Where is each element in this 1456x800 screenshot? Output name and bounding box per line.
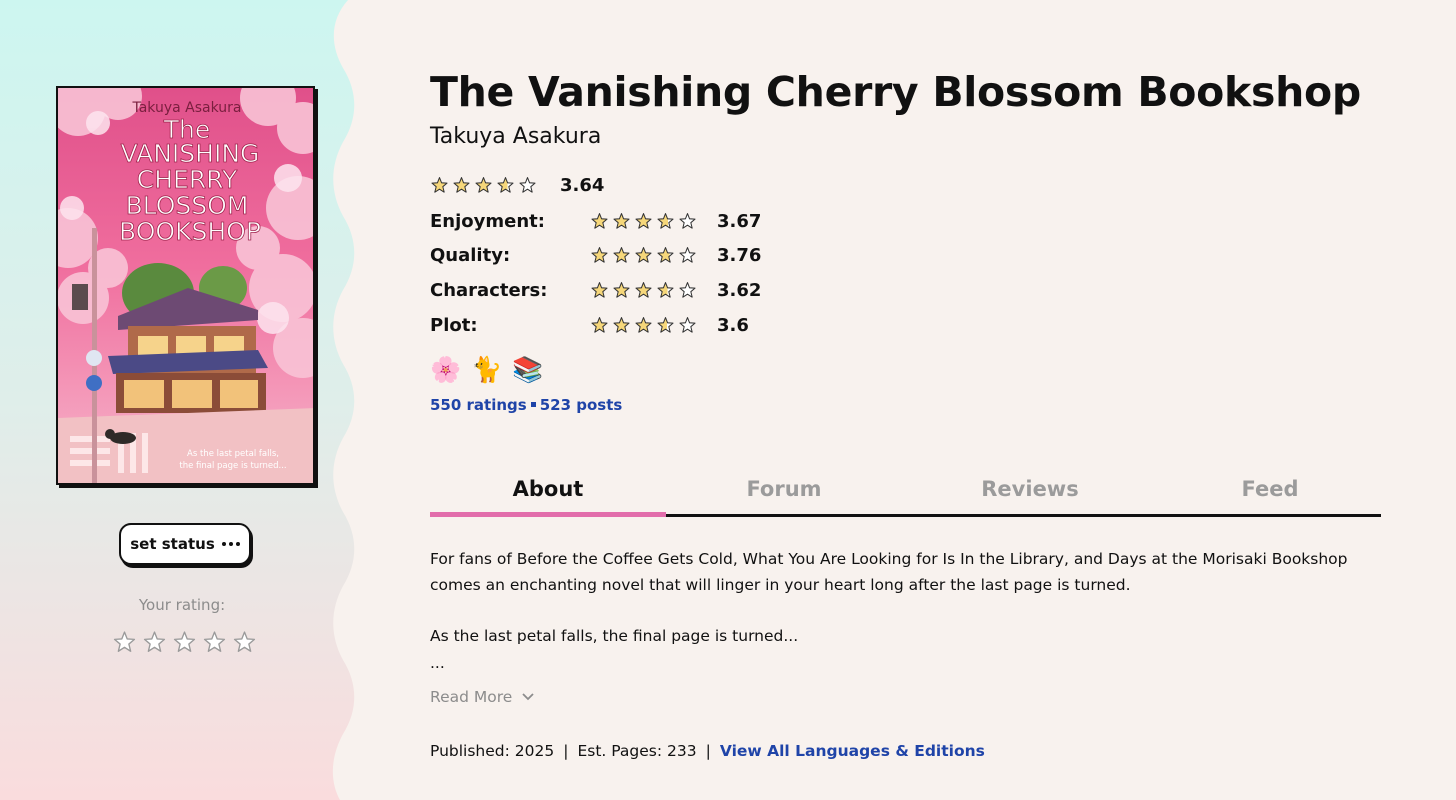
star-icon [497, 177, 514, 193]
svg-text:the final page is turned...: the final page is turned... [179, 461, 286, 471]
star-icon [591, 212, 608, 229]
rating-stars [590, 246, 697, 265]
star-icon [431, 177, 448, 193]
left-panel: Takuya Asakura The VANISHING CHERRY BLOS… [0, 0, 380, 800]
ratings-count[interactable]: 550 ratings [430, 396, 527, 414]
rate-star-5[interactable] [232, 630, 257, 655]
rate-star-icon[interactable] [202, 630, 227, 655]
overall-rating-value: 3.64 [560, 175, 605, 196]
star-icon [635, 212, 652, 229]
star-icon [657, 246, 674, 263]
star-icon [613, 281, 630, 298]
star-icon [591, 316, 608, 333]
book-author[interactable]: Takuya Asakura [430, 124, 601, 149]
cherry-blossom-icon: 🌸 [430, 356, 462, 384]
star-icon [635, 281, 652, 298]
more-dots-icon [221, 542, 240, 546]
rating-value: 3.62 [717, 279, 762, 301]
cover-author: Takuya Asakura [131, 100, 241, 116]
star-icon [475, 177, 492, 193]
rate-star-4[interactable] [202, 630, 227, 655]
rating-value: 3.67 [717, 210, 762, 232]
star-icon [679, 316, 696, 333]
rating-stars [590, 281, 697, 300]
set-status-button[interactable]: set status [119, 523, 251, 565]
star-icon [453, 177, 470, 193]
rate-star-icon[interactable] [172, 630, 197, 655]
star-icon [635, 246, 652, 263]
star-icon [519, 177, 536, 193]
rating-row-enjoyment: Enjoyment: 3.67 [430, 209, 761, 233]
tab-reviews[interactable]: Reviews [910, 465, 1150, 513]
star-icon [591, 281, 608, 298]
book-meta: Published: 2025 | Est. Pages: 233 | View All… [430, 742, 985, 760]
rating-label: Plot: [430, 314, 478, 336]
svg-text:CHERRY: CHERRY [137, 165, 238, 194]
rating-label: Quality: [430, 244, 511, 266]
mood-emojis: 🌸 🐈 📚 [430, 355, 543, 385]
view-editions-link[interactable]: View All Languages & Editions [720, 742, 985, 760]
description-line: For fans of Before the Coffee Gets Cold,… [430, 550, 1348, 568]
separator-square [530, 402, 536, 407]
svg-text:As the last petal falls,: As the last petal falls, [187, 449, 279, 459]
meta-separator: | [705, 742, 711, 760]
svg-text:BLOSSOM: BLOSSOM [126, 191, 249, 220]
star-icon [635, 316, 652, 333]
chevron-down-icon [522, 693, 534, 701]
rating-value: 3.6 [717, 314, 749, 336]
set-status-label: set status [130, 535, 215, 553]
rating-row-quality: Quality: 3.76 [430, 243, 761, 267]
star-icon [657, 316, 674, 333]
overall-stars [430, 176, 537, 195]
active-tab-indicator [430, 512, 666, 517]
star-icon [613, 246, 630, 263]
tab-forum[interactable]: Forum [666, 465, 902, 513]
rating-value: 3.76 [717, 244, 762, 266]
rate-star-3[interactable] [172, 630, 197, 655]
read-more-label: Read More [430, 688, 513, 706]
svg-text:BOOKSHOP: BOOKSHOP [119, 217, 261, 246]
rate-star-icon[interactable] [142, 630, 167, 655]
rate-star-2[interactable] [142, 630, 167, 655]
books-icon: 📚 [512, 356, 544, 384]
rating-row-characters: Characters: 3.62 [430, 278, 761, 302]
description-line: comes an enchanting novel that will ling… [430, 576, 1131, 594]
star-icon [657, 212, 674, 229]
overall-rating: 3.64 [430, 175, 604, 196]
svg-text:VANISHING: VANISHING [121, 139, 260, 168]
your-rating-stars[interactable] [112, 630, 257, 655]
your-rating-label: Your rating: [138, 596, 226, 614]
meta-separator: | [563, 742, 569, 760]
book-title: The Vanishing Cherry Blossom Bookshop [430, 68, 1361, 116]
tab-bar: About Forum Reviews Feed [430, 465, 1381, 517]
star-icon [613, 316, 630, 333]
published-year: Published: 2025 [430, 742, 555, 760]
rate-star-1[interactable] [112, 630, 137, 655]
cat-icon: 🐈 [471, 356, 503, 384]
star-icon [591, 246, 608, 263]
rating-label: Enjoyment: [430, 210, 545, 232]
rating-label: Characters: [430, 279, 548, 301]
posts-count[interactable]: 523 posts [540, 396, 623, 414]
star-icon [679, 212, 696, 229]
page-count: Est. Pages: 233 [577, 742, 697, 760]
description-ellipsis: ... [430, 654, 445, 672]
rating-stars [590, 212, 697, 231]
read-more-button[interactable]: Read More [430, 688, 534, 706]
tab-feed[interactable]: Feed [1150, 465, 1390, 513]
rating-stars [590, 316, 697, 335]
rating-row-plot: Plot: 3.6 [430, 313, 749, 337]
star-icon [613, 212, 630, 229]
description-line: As the last petal falls, the final page … [430, 627, 799, 645]
rate-star-icon[interactable] [232, 630, 257, 655]
book-cover[interactable]: Takuya Asakura The VANISHING CHERRY BLOS… [56, 86, 315, 485]
tab-about[interactable]: About [430, 465, 666, 513]
star-icon [657, 281, 674, 298]
star-icon [679, 281, 696, 298]
rate-star-icon[interactable] [112, 630, 137, 655]
ratings-posts-link[interactable]: 550 ratings 523 posts [430, 396, 622, 414]
star-icon [679, 246, 696, 263]
